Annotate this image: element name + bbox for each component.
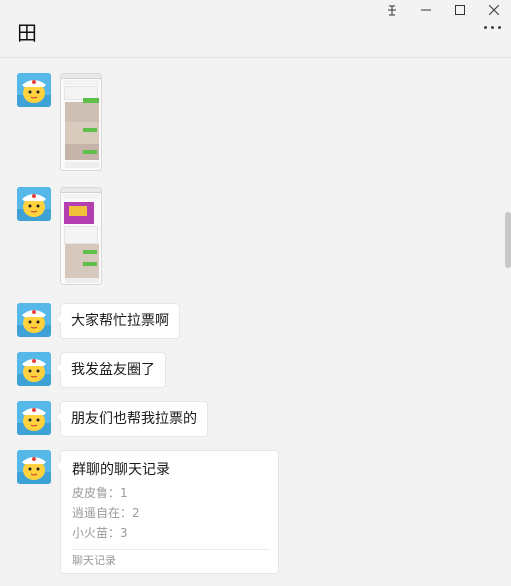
chat-record-line: 皮皮鲁：1: [72, 486, 128, 500]
header-divider: [0, 57, 511, 58]
avatar[interactable]: [17, 450, 51, 484]
chat-title: 田: [17, 21, 37, 45]
chat-record-footer: 聊天记录: [72, 554, 116, 567]
avatar[interactable]: [17, 303, 51, 337]
maximize-icon[interactable]: [443, 0, 477, 20]
window-controls: [375, 0, 511, 20]
chat-record-card[interactable]: 群聊的聊天记录 皮皮鲁：1 逍遥自在：2 小火苗：3 聊天记录: [55, 450, 279, 574]
chat-record-title: 群聊的聊天记录: [72, 462, 170, 478]
close-icon[interactable]: [477, 0, 511, 20]
message-bubble[interactable]: 我发盆友圈了: [55, 352, 166, 388]
avatar[interactable]: [17, 73, 51, 107]
message-bubble[interactable]: 大家帮忙拉票啊: [55, 303, 180, 339]
image-thumbnail[interactable]: [60, 73, 102, 171]
avatar[interactable]: [17, 187, 51, 221]
avatar[interactable]: [17, 401, 51, 435]
more-icon[interactable]: [484, 26, 501, 29]
card-divider: [72, 549, 270, 550]
message-bubble[interactable]: 朋友们也帮我拉票的: [55, 401, 208, 437]
avatar[interactable]: [17, 352, 51, 386]
chat-record-line: 逍遥自在：2: [72, 506, 140, 520]
pin-icon[interactable]: [375, 0, 409, 20]
minimize-icon[interactable]: [409, 0, 443, 20]
scrollbar-thumb[interactable]: [505, 212, 511, 268]
image-thumbnail[interactable]: [60, 187, 102, 285]
chat-record-line: 小火苗：3: [72, 526, 128, 540]
